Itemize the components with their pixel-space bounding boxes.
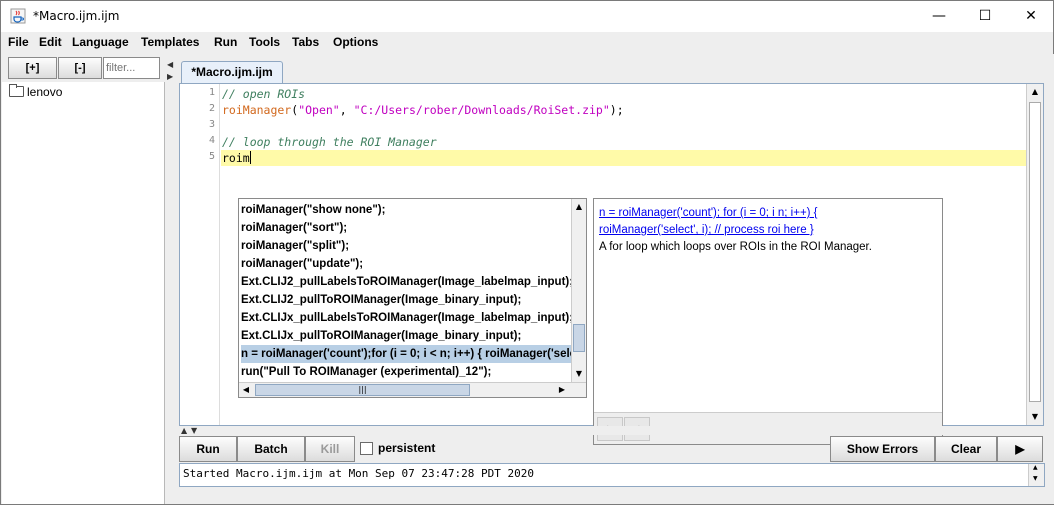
autocomplete-item[interactable]: roiManager("sort"); — [241, 219, 571, 237]
line-number: 1 — [208, 87, 215, 98]
autocomplete-description: n = roiManager('count'); for (i = 0; i n… — [593, 198, 943, 445]
persistent-checkbox[interactable] — [360, 442, 373, 455]
scroll-up-arrow-icon[interactable]: ▲ — [1027, 84, 1043, 100]
close-icon: ✕ — [1025, 8, 1037, 24]
scroll-left-arrow-icon[interactable]: ◀ — [239, 382, 253, 397]
scroll-up-arrow-icon[interactable]: ▲ — [572, 199, 586, 215]
autocomplete-item[interactable]: Ext.CLIJ2_pullToROIManager(Image_binary_… — [241, 291, 571, 309]
expand-down-arrow-icon[interactable]: ▼ — [191, 426, 197, 435]
autocomplete-item-selected[interactable]: n = roiManager('count');for (i = 0; i < … — [241, 345, 571, 363]
autocomplete-vertical-scrollbar[interactable]: ▲ ▼ — [571, 199, 586, 382]
code-line-2: roiManager("Open", "C:/Users/rober/Downl… — [221, 102, 1027, 118]
autocomplete-item[interactable]: Ext.CLIJx_pullLabelsToROIManager(Image_l… — [241, 309, 571, 327]
autocomplete-item[interactable]: Ext.CLIJ2_pullLabelsToROIManager(Image_l… — [241, 273, 571, 291]
expand-tree-button[interactable]: [+] — [8, 57, 57, 79]
scroll-thumb[interactable] — [1029, 102, 1041, 402]
autocomplete-item[interactable]: roiManager("show none"); — [241, 201, 571, 219]
play-button[interactable]: ▶ — [997, 436, 1043, 462]
line-number: 2 — [208, 103, 215, 114]
scroll-down-arrow-icon[interactable]: ▼ — [572, 366, 586, 382]
console-text: Started Macro.ijm.ijm at Mon Sep 07 23:4… — [183, 467, 534, 480]
run-button[interactable]: Run — [179, 436, 237, 462]
description-text: A for loop which loops over ROIs in the … — [599, 241, 872, 253]
persistent-label: persistent — [378, 441, 436, 455]
editor-vertical-scrollbar[interactable]: ▲ ▼ — [1026, 84, 1043, 425]
description-body: n = roiManager('count'); for (i = 0; i n… — [594, 199, 942, 413]
play-icon: ▶ — [1015, 442, 1025, 456]
code-punct: , — [339, 103, 354, 117]
minimize-icon: — — [932, 8, 946, 24]
close-button[interactable]: ✕ — [1008, 1, 1054, 32]
line-number: 4 — [208, 135, 215, 146]
typed-text: roim — [222, 151, 250, 165]
batch-button[interactable]: Batch — [237, 436, 305, 462]
autocomplete-list[interactable]: roiManager("show none"); roiManager("sor… — [238, 198, 587, 398]
tree-item-label: lenovo — [27, 85, 63, 99]
scroll-down-arrow-icon[interactable]: ▼ — [1027, 409, 1043, 425]
scroll-down-arrow-icon[interactable]: ▼ — [1033, 475, 1038, 482]
title-bar: *Macro.ijm.ijm — ☐ ✕ — [1, 1, 1053, 32]
collapse-up-arrow-icon[interactable]: ▲ — [181, 426, 187, 435]
string-literal: "Open" — [298, 103, 340, 117]
file-tree-panel: [+] [-] lenovo — [2, 54, 165, 504]
comment-text: // open ROIs — [222, 87, 306, 101]
collapse-left-arrow-icon[interactable]: ◀ — [167, 60, 173, 69]
minimize-button[interactable]: — — [916, 1, 962, 32]
menu-language[interactable]: Language — [72, 35, 129, 49]
folder-icon — [9, 84, 24, 97]
menu-edit[interactable]: Edit — [39, 35, 62, 49]
panel-splitter[interactable]: ◀ ▶ — [165, 54, 176, 504]
menu-templates[interactable]: Templates — [141, 35, 199, 49]
tree-item-lenovo[interactable]: lenovo — [9, 84, 63, 101]
description-link[interactable]: n = roiManager('count'); for (i = 0; i n… — [599, 205, 937, 222]
console-scrollbar[interactable]: ▲ ▼ — [1028, 464, 1044, 486]
line-number: 5 — [208, 151, 215, 162]
scroll-right-arrow-icon[interactable]: ▶ — [555, 382, 569, 397]
autocomplete-item[interactable]: roiManager("split"); — [241, 237, 571, 255]
kill-button[interactable]: Kill — [305, 436, 355, 462]
console-output[interactable]: Started Macro.ijm.ijm at Mon Sep 07 23:4… — [179, 463, 1045, 487]
editor-window: *Macro.ijm.ijm — ☐ ✕ File Edit Language … — [0, 0, 1054, 505]
function-name: roiManager — [222, 103, 292, 117]
filter-input[interactable] — [103, 57, 160, 79]
menu-run[interactable]: Run — [214, 35, 237, 49]
comment-text: // loop through the ROI Manager — [222, 135, 437, 149]
scroll-thumb[interactable]: ||| — [255, 384, 470, 396]
autocomplete-horizontal-scrollbar[interactable]: ◀ ||| ▶ — [239, 382, 586, 397]
text-caret — [249, 151, 251, 164]
code-line-5-current: roim — [221, 150, 1027, 166]
menu-options[interactable]: Options — [333, 35, 378, 49]
maximize-icon: ☐ — [978, 8, 992, 24]
editor-console-splitter[interactable]: ▲ ▼ — [179, 426, 1044, 435]
string-literal: "C:/Users/rober/Downloads/RoiSet.zip" — [353, 103, 610, 117]
menu-tools[interactable]: Tools — [249, 35, 280, 49]
autocomplete-item[interactable]: Ext.CLIJx_pullToROIManager(Image_binary_… — [241, 327, 571, 345]
code-line-4: // loop through the ROI Manager — [221, 134, 1027, 150]
scroll-up-arrow-icon[interactable]: ▲ — [1033, 464, 1038, 471]
autocomplete-item[interactable]: roiManager("update"); — [241, 255, 571, 273]
description-link[interactable]: roiManager('select', i); // process roi … — [599, 222, 937, 239]
code-punct: ); — [609, 103, 624, 117]
expand-right-arrow-icon[interactable]: ▶ — [167, 72, 173, 81]
clear-button[interactable]: Clear — [935, 436, 997, 462]
bottom-resize-grip[interactable] — [179, 488, 1045, 496]
menu-tabs[interactable]: Tabs — [292, 35, 319, 49]
menu-bar: File Edit Language Templates Run Tools T… — [1, 32, 1053, 54]
editor-panel: *Macro.ijm.ijm 1 2 3 4 5 // open ROIs ro… — [176, 54, 1054, 504]
code-editor[interactable]: 1 2 3 4 5 // open ROIs roiManager("Open"… — [179, 83, 1044, 445]
tab-macro[interactable]: *Macro.ijm.ijm — [181, 61, 283, 83]
collapse-tree-button[interactable]: [-] — [58, 57, 102, 79]
show-errors-button[interactable]: Show Errors — [830, 436, 935, 462]
line-number: 3 — [208, 119, 215, 130]
file-tree-toolbar: [+] [-] — [2, 54, 165, 82]
window-title: *Macro.ijm.ijm — [33, 9, 120, 23]
scroll-thumb[interactable] — [573, 324, 585, 352]
menu-file[interactable]: File — [8, 35, 29, 49]
run-toolbar: Run Batch Kill persistent Show Errors Cl… — [179, 436, 1045, 462]
java-cup-icon — [10, 8, 26, 24]
code-line-1: // open ROIs — [221, 86, 1027, 102]
line-number-gutter: 1 2 3 4 5 — [180, 84, 220, 425]
autocomplete-item[interactable]: run("Pull To ROIManager (experimental)_1… — [241, 363, 571, 381]
maximize-button[interactable]: ☐ — [962, 1, 1008, 32]
